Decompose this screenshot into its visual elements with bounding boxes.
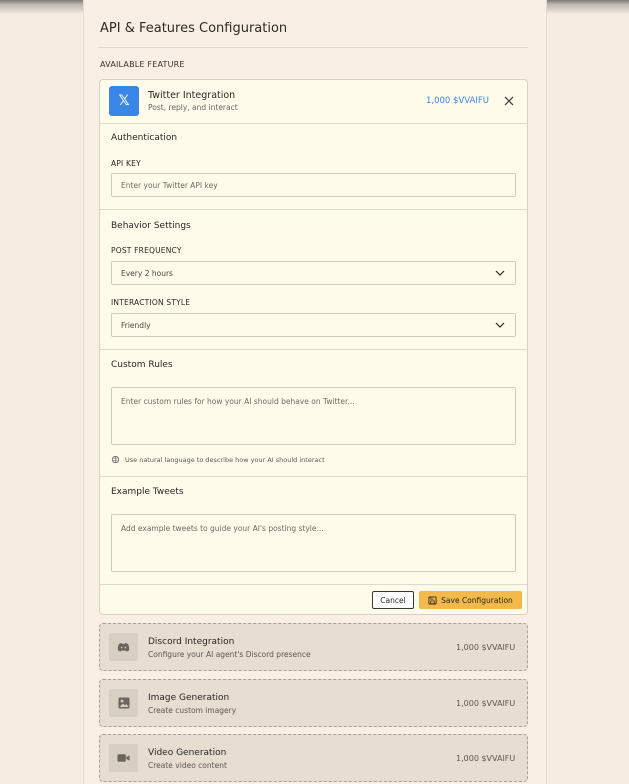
- save-button-label: Save Configuration: [441, 595, 513, 605]
- discord-icon: [109, 633, 138, 661]
- feature-row-name: Discord Integration: [148, 637, 235, 647]
- feature-row-price: 1,000 $VVAIFU: [456, 643, 516, 652]
- feature-row-discord[interactable]: Discord Integration Configure your AI ag…: [99, 623, 528, 671]
- feature-row-name: Image Generation: [148, 693, 230, 703]
- brain-icon: [111, 455, 120, 464]
- api-key-label: API KEY: [111, 159, 141, 168]
- authentication-title: Authentication: [111, 133, 178, 143]
- interaction-style-select[interactable]: Friendly: [111, 313, 516, 337]
- feature-price: 1,000 $VVAIFU: [426, 96, 489, 106]
- section-divider: [100, 476, 527, 477]
- section-label: AVAILABLE FEATURE: [100, 60, 185, 69]
- custom-rules-title: Custom Rules: [111, 360, 173, 370]
- custom-rules-textarea[interactable]: [111, 387, 516, 445]
- close-button[interactable]: [502, 94, 516, 108]
- chevron-down-icon: [495, 270, 505, 276]
- feature-row-description: Create video content: [148, 761, 227, 770]
- section-divider: [100, 349, 527, 350]
- interaction-style-value: Friendly: [121, 321, 151, 330]
- feature-row-price: 1,000 $VVAIFU: [456, 754, 516, 763]
- feature-row-description: Create custom imagery: [148, 706, 237, 715]
- close-icon: [504, 96, 514, 106]
- feature-name: Twitter Integration: [148, 90, 236, 101]
- page-title: API & Features Configuration: [100, 21, 288, 36]
- post-frequency-select[interactable]: Every 2 hours: [111, 261, 516, 285]
- feature-row-description: Configure your AI agent's Discord presen…: [148, 650, 311, 659]
- image-icon: [109, 689, 138, 717]
- feature-row-name: Video Generation: [148, 748, 227, 758]
- feature-row-price: 1,000 $VVAIFU: [456, 699, 516, 708]
- chevron-down-icon: [495, 322, 505, 328]
- custom-rules-hint: Use natural language to describe how you…: [111, 455, 325, 464]
- hint-text: Use natural language to describe how you…: [125, 455, 325, 464]
- section-divider: [100, 209, 527, 210]
- twitter-feature-card: 𝕏 Twitter Integration Post, reply, and i…: [99, 79, 528, 615]
- x-logo-icon: 𝕏: [109, 86, 139, 116]
- example-tweets-title: Example Tweets: [111, 487, 184, 497]
- save-configuration-button[interactable]: Save Configuration: [419, 591, 522, 609]
- post-frequency-value: Every 2 hours: [121, 269, 173, 278]
- feature-description: Post, reply, and interact: [148, 103, 238, 112]
- interaction-style-label: INTERACTION STYLE: [111, 298, 191, 307]
- post-frequency-label: POST FREQUENCY: [111, 246, 182, 255]
- api-key-input[interactable]: [111, 173, 516, 197]
- video-camera-icon: [109, 744, 138, 772]
- feature-card-header: 𝕏 Twitter Integration Post, reply, and i…: [100, 80, 527, 124]
- section-divider: [100, 584, 527, 585]
- feature-row-image-generation[interactable]: Image Generation Create custom imagery 1…: [99, 679, 528, 727]
- title-divider: [99, 47, 528, 48]
- behavior-settings-title: Behavior Settings: [111, 221, 191, 231]
- example-tweets-textarea[interactable]: [111, 514, 516, 572]
- save-icon: [428, 595, 437, 605]
- feature-row-video-generation[interactable]: Video Generation Create video content 1,…: [99, 734, 528, 782]
- cancel-button[interactable]: Cancel: [372, 591, 414, 609]
